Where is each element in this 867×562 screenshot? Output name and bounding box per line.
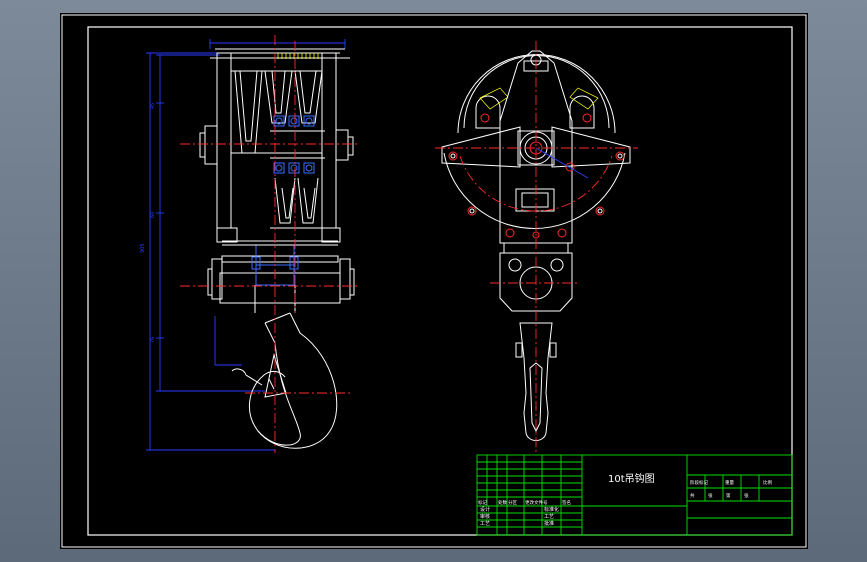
svg-text:60: 60	[150, 212, 156, 218]
tb-weight-label: 重量	[725, 479, 734, 486]
tb-row-header-0: 标记	[478, 499, 487, 506]
upper-sheaves	[231, 70, 323, 154]
wing-plate-right	[551, 126, 631, 168]
tb-review-label: 审核	[480, 513, 490, 520]
svg-text:76: 76	[150, 337, 156, 343]
tb-sheet-label: 张	[744, 492, 749, 499]
svg-text:45: 45	[150, 103, 156, 109]
tb-process-label: 工艺	[544, 514, 554, 520]
hook-side	[231, 312, 338, 449]
tb-row-header-3: 更改文件号	[525, 499, 548, 506]
bearings	[273, 115, 315, 174]
upper-axle-hub	[204, 125, 218, 165]
tb-scale-label: 比例	[763, 479, 772, 486]
side-view: 45 60 905 76	[140, 39, 355, 451]
tb-total-label: 共	[690, 492, 695, 499]
tb-sheets-label: 张	[708, 492, 713, 499]
upper-side-plate-right	[321, 52, 337, 229]
side-view-dimension-text: 45 60 905 76	[140, 103, 156, 343]
tb-approve-label: 批准	[544, 520, 554, 527]
tb-process2-label: 工艺	[480, 521, 490, 527]
tb-row-header-4: 签名	[562, 499, 571, 506]
bolt-holes	[448, 113, 625, 239]
wing-plate-left	[441, 126, 521, 168]
cad-drawing: 45 60 905 76 10t吊钩图 标记 处数 分区 更改文件号 签名 设计…	[61, 14, 807, 548]
svg-text:905: 905	[140, 243, 146, 253]
upper-side-plate-left	[216, 52, 232, 229]
sheet-outer-border	[61, 14, 807, 548]
sheet-inner-frame	[87, 26, 793, 536]
tb-row-header-1: 处数	[498, 499, 507, 506]
tb-no-label: 第	[726, 492, 731, 499]
lower-sheaves	[274, 177, 319, 224]
side-view-centerlines	[180, 35, 360, 453]
tb-standard-label: 标准化	[544, 506, 559, 513]
front-view-centerlines	[435, 41, 638, 453]
tb-design-label: 设计	[480, 506, 490, 513]
pulley-guard-arc	[457, 54, 616, 134]
drawing-title: 10t吊钩图	[608, 473, 655, 485]
tb-stage-label: 阶段标记	[690, 479, 708, 486]
drawing-sheet: 45 60 905 76 10t吊钩图 标记 处数 分区 更改文件号 签名 设计…	[60, 13, 808, 549]
tb-row-header-2: 分区	[508, 499, 517, 506]
crosshead	[219, 272, 341, 304]
title-block-text: 10t吊钩图 标记 处数 分区 更改文件号 签名 设计 标准化 审核 工艺 工艺…	[478, 473, 772, 527]
